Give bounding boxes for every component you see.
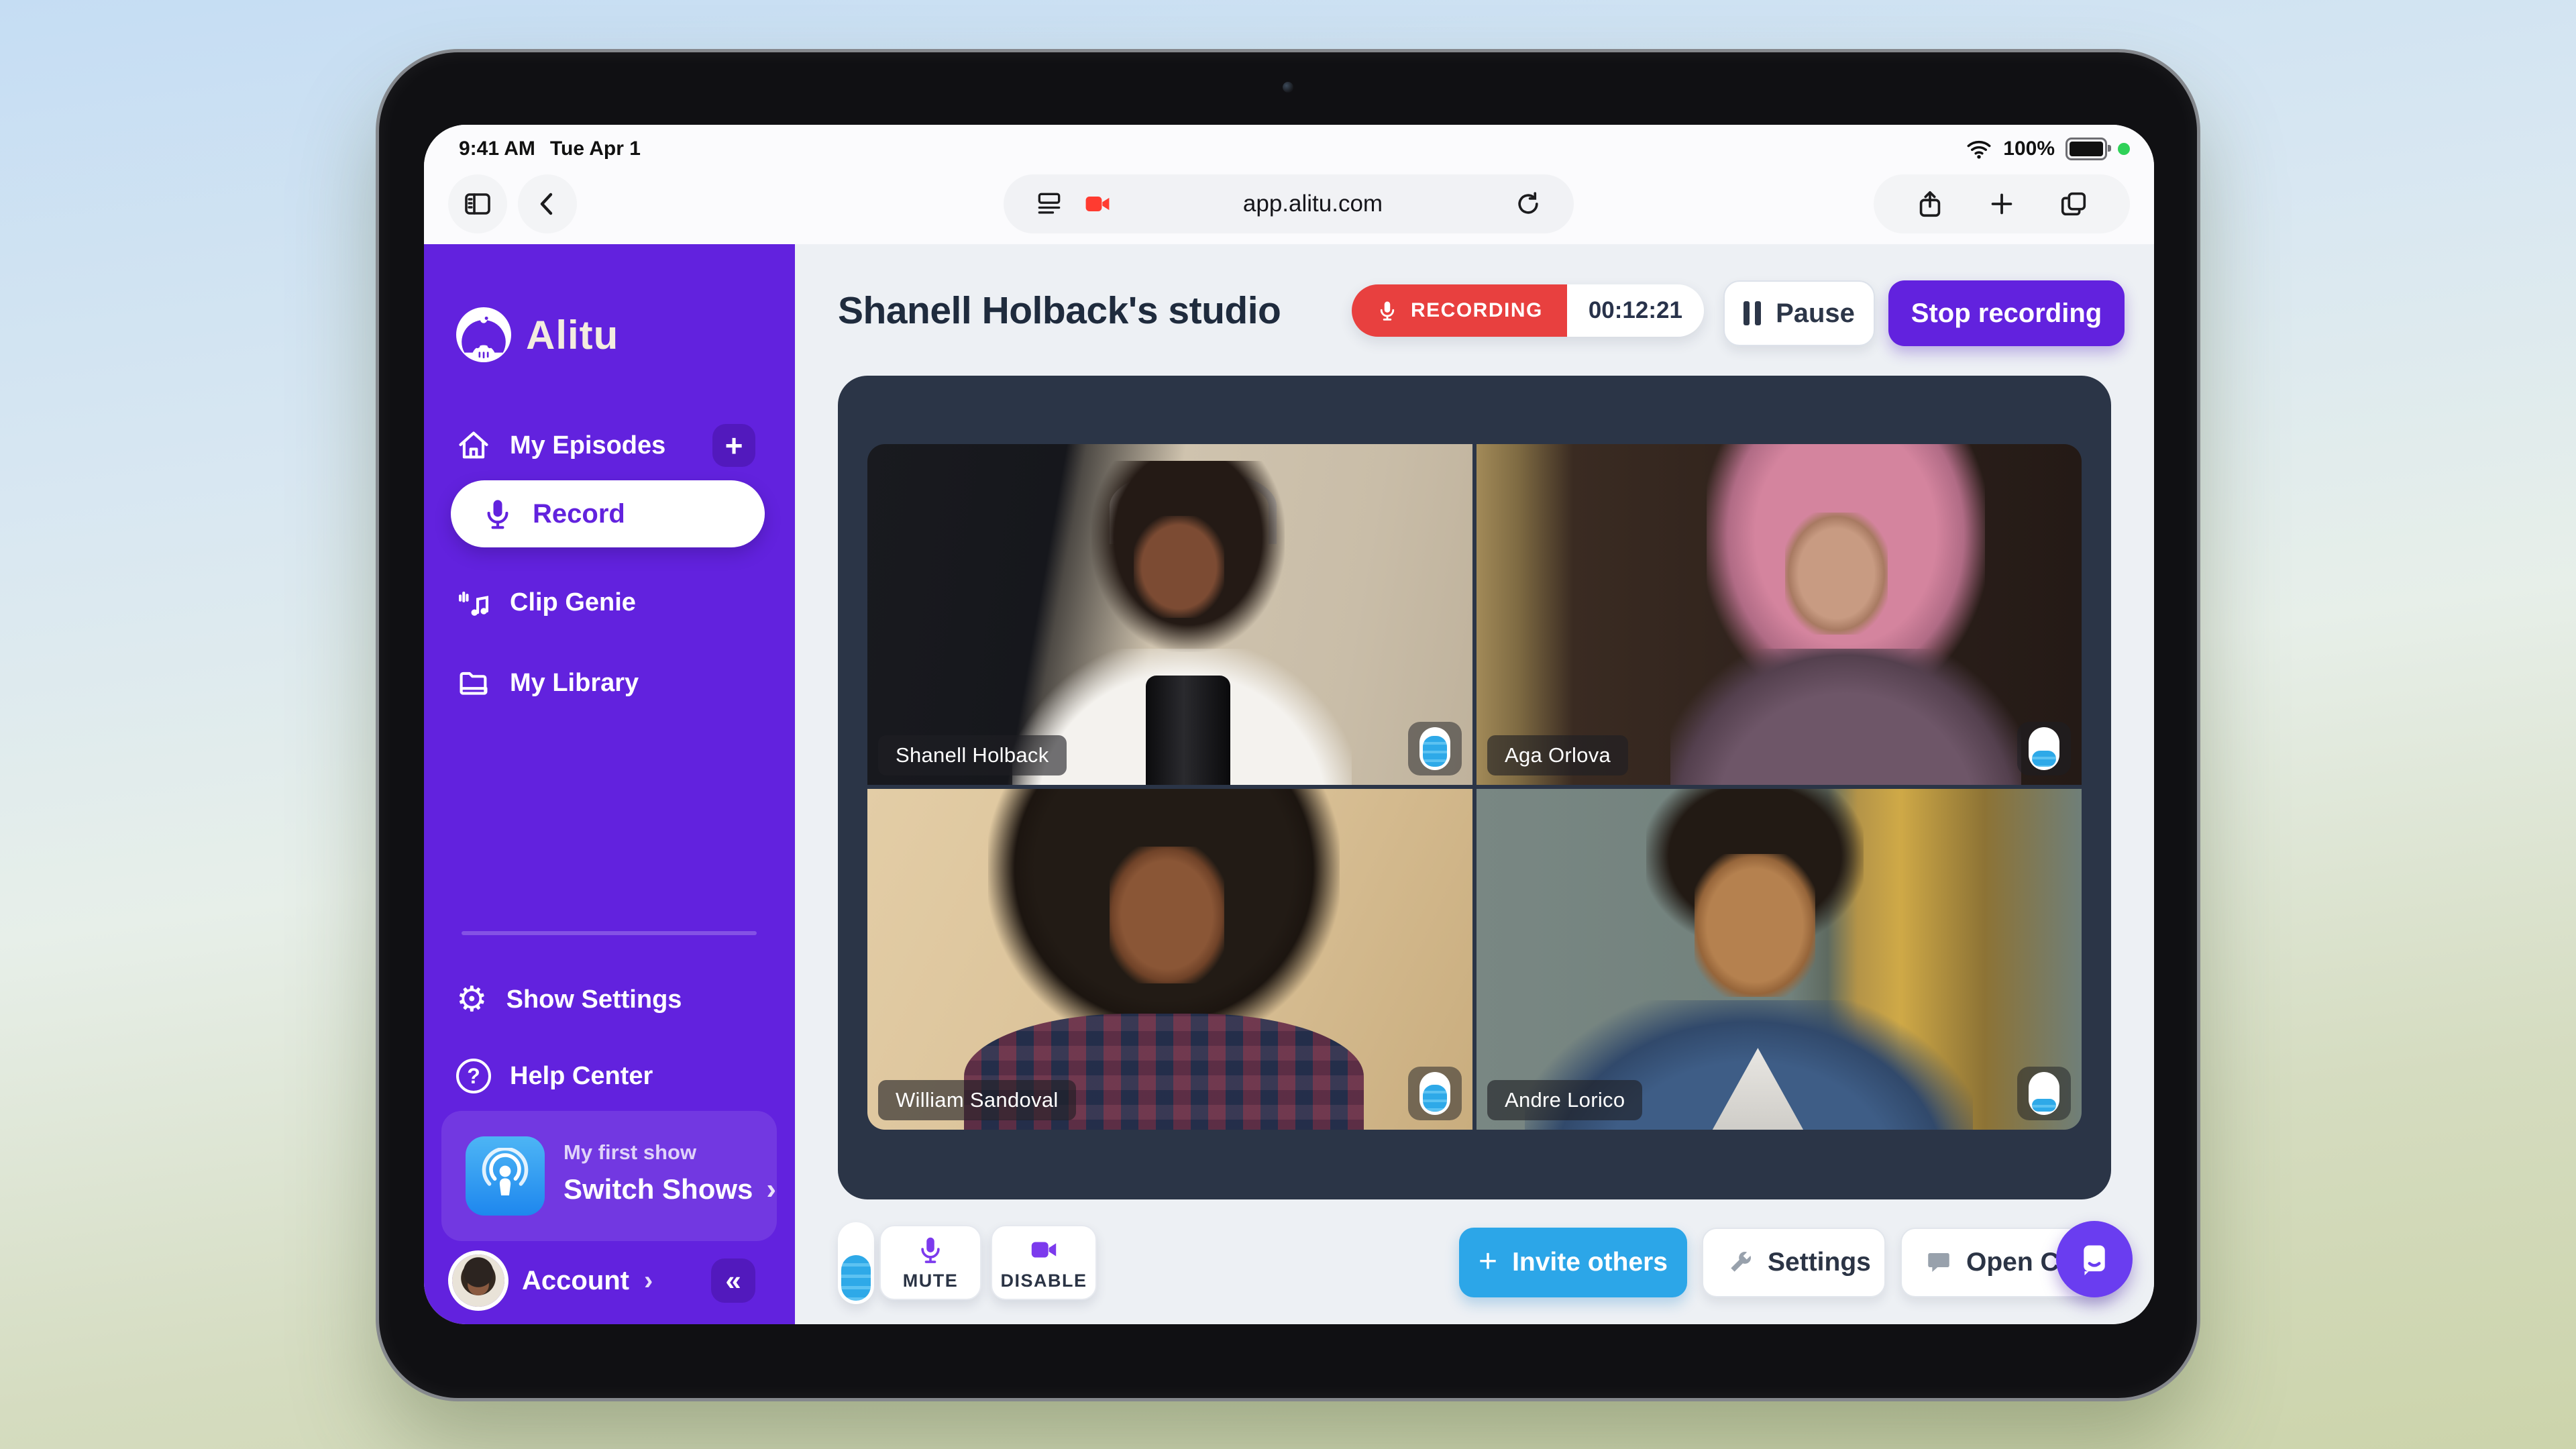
sidebar: Alitu My Episodes + Record <box>424 244 795 1324</box>
url-text: app.alitu.com <box>1112 191 1513 217</box>
microphone-icon <box>480 496 515 531</box>
plus-icon: + <box>1479 1243 1497 1280</box>
url-bar[interactable]: app.alitu.com <box>1004 174 1574 233</box>
disable-camera-button[interactable]: DISABLE <box>991 1225 1097 1300</box>
audio-level-indicator <box>1408 1067 1462 1120</box>
gear-icon: ⚙ <box>456 982 488 1017</box>
show-switcher-card[interactable]: My first show Switch Shows › <box>441 1111 777 1241</box>
recording-label: RECORDING <box>1411 299 1543 322</box>
home-icon <box>456 428 491 463</box>
page-format-icon <box>1034 189 1064 219</box>
participant-name: Aga Orlova <box>1487 735 1628 775</box>
sidebar-item-my-library[interactable]: My Library <box>456 651 639 715</box>
sidebar-item-record-active[interactable]: Record <box>451 480 765 547</box>
alitu-logo: Alitu <box>456 307 619 362</box>
help-icon: ? <box>456 1059 491 1093</box>
status-bar: 9:41 AM Tue Apr 1 100% <box>424 125 2154 164</box>
mic-level-meter <box>838 1222 874 1304</box>
pause-icon <box>1743 301 1761 325</box>
switch-shows-label: Switch Shows <box>564 1173 753 1205</box>
sidebar-item-label: Show Settings <box>506 985 682 1014</box>
screen: 9:41 AM Tue Apr 1 100% <box>424 125 2154 1324</box>
battery-percent: 100% <box>2003 138 2055 160</box>
back-icon <box>531 188 564 220</box>
participant-name: Shanell Holback <box>878 735 1067 775</box>
wrench-icon <box>1726 1248 1754 1277</box>
intercom-chat-button[interactable] <box>2056 1221 2133 1297</box>
account-label: Account <box>522 1266 629 1296</box>
share-icon[interactable] <box>1915 189 1945 219</box>
account-button[interactable]: Account › <box>452 1254 653 1307</box>
participant-name: William Sandoval <box>878 1080 1076 1120</box>
sidebar-toggle-icon <box>462 188 494 220</box>
chevron-right-icon: › <box>644 1266 653 1296</box>
add-episode-button[interactable]: + <box>712 424 755 467</box>
status-time: 9:41 AM <box>459 138 535 160</box>
alitu-app: Alitu My Episodes + Record <box>424 244 2154 1324</box>
audio-level-indicator <box>2017 722 2071 775</box>
sidebar-item-clip-genie[interactable]: Clip Genie <box>456 570 636 635</box>
pause-button[interactable]: Pause <box>1723 280 1875 346</box>
microphone-icon <box>915 1234 946 1265</box>
stop-recording-button[interactable]: Stop recording <box>1888 280 2125 346</box>
intercom-icon <box>2075 1240 2114 1279</box>
avatar <box>452 1254 504 1307</box>
participant-video: Aga Orlova <box>1477 444 2082 785</box>
mute-button[interactable]: MUTE <box>879 1225 981 1300</box>
audio-level-indicator <box>1408 722 1462 775</box>
settings-button[interactable]: Settings <box>1702 1228 1886 1297</box>
participant-video: William Sandoval <box>867 789 1472 1130</box>
tabs-icon[interactable] <box>2058 189 2089 219</box>
wifi-icon <box>1966 138 1992 160</box>
camera-active-indicator <box>2118 143 2130 155</box>
participant-video: Shanell Holback <box>867 444 1472 785</box>
video-panel: Shanell Holback Aga Orlova William Sando… <box>838 376 2111 1199</box>
sidebar-item-label: My Episodes <box>510 431 665 460</box>
sidebar-item-show-settings[interactable]: ⚙ Show Settings <box>456 967 682 1032</box>
alitu-wordmark: Alitu <box>526 312 619 358</box>
chevron-right-icon: › <box>766 1173 776 1206</box>
participant-name: Andre Lorico <box>1487 1080 1642 1120</box>
video-camera-icon <box>1028 1234 1059 1265</box>
reload-icon[interactable] <box>1513 189 1543 219</box>
sidebar-collapse-button[interactable]: « <box>711 1258 755 1303</box>
participant-video: Andre Lorico <box>1477 789 2082 1130</box>
recording-status-badge: RECORDING 00:12:21 <box>1352 284 1704 337</box>
sidebar-item-my-episodes[interactable]: My Episodes <box>456 413 665 478</box>
recording-camera-icon <box>1083 189 1112 219</box>
video-grid: Shanell Holback Aga Orlova William Sando… <box>867 444 2082 1130</box>
battery-icon <box>2065 138 2107 160</box>
sidebar-divider <box>462 931 757 935</box>
audio-level-indicator <box>2017 1067 2071 1120</box>
clip-genie-icon <box>456 585 491 620</box>
front-camera <box>1283 82 1293 93</box>
recording-timer: 00:12:21 <box>1567 284 1704 337</box>
status-date: Tue Apr 1 <box>550 138 641 160</box>
alitu-robot-icon <box>456 307 511 362</box>
toolbar-right-cluster <box>1874 174 2130 233</box>
microphone-icon <box>1376 299 1399 322</box>
sidebar-item-help-center[interactable]: ? Help Center <box>456 1044 653 1108</box>
sidebar-item-label: Help Center <box>510 1062 653 1091</box>
podcast-app-icon <box>466 1136 545 1216</box>
chat-bubble-icon <box>1925 1248 1953 1277</box>
invite-others-button[interactable]: + Invite others <box>1459 1228 1687 1297</box>
browser-toolbar: app.alitu.com <box>424 164 2154 244</box>
library-icon <box>456 665 491 700</box>
sidebar-toggle-button[interactable] <box>448 174 507 233</box>
current-show-name: My first show <box>564 1140 696 1165</box>
sidebar-item-label: Record <box>533 499 625 529</box>
back-button[interactable] <box>518 174 577 233</box>
sidebar-item-label: Clip Genie <box>510 588 636 617</box>
page-title: Shanell Holback's studio <box>838 288 1281 333</box>
new-tab-icon[interactable] <box>1986 189 2017 219</box>
sidebar-item-label: My Library <box>510 669 639 698</box>
ipad-device-frame: 9:41 AM Tue Apr 1 100% <box>379 52 2197 1398</box>
main-content: Shanell Holback's studio RECORDING 00:12… <box>795 244 2154 1324</box>
